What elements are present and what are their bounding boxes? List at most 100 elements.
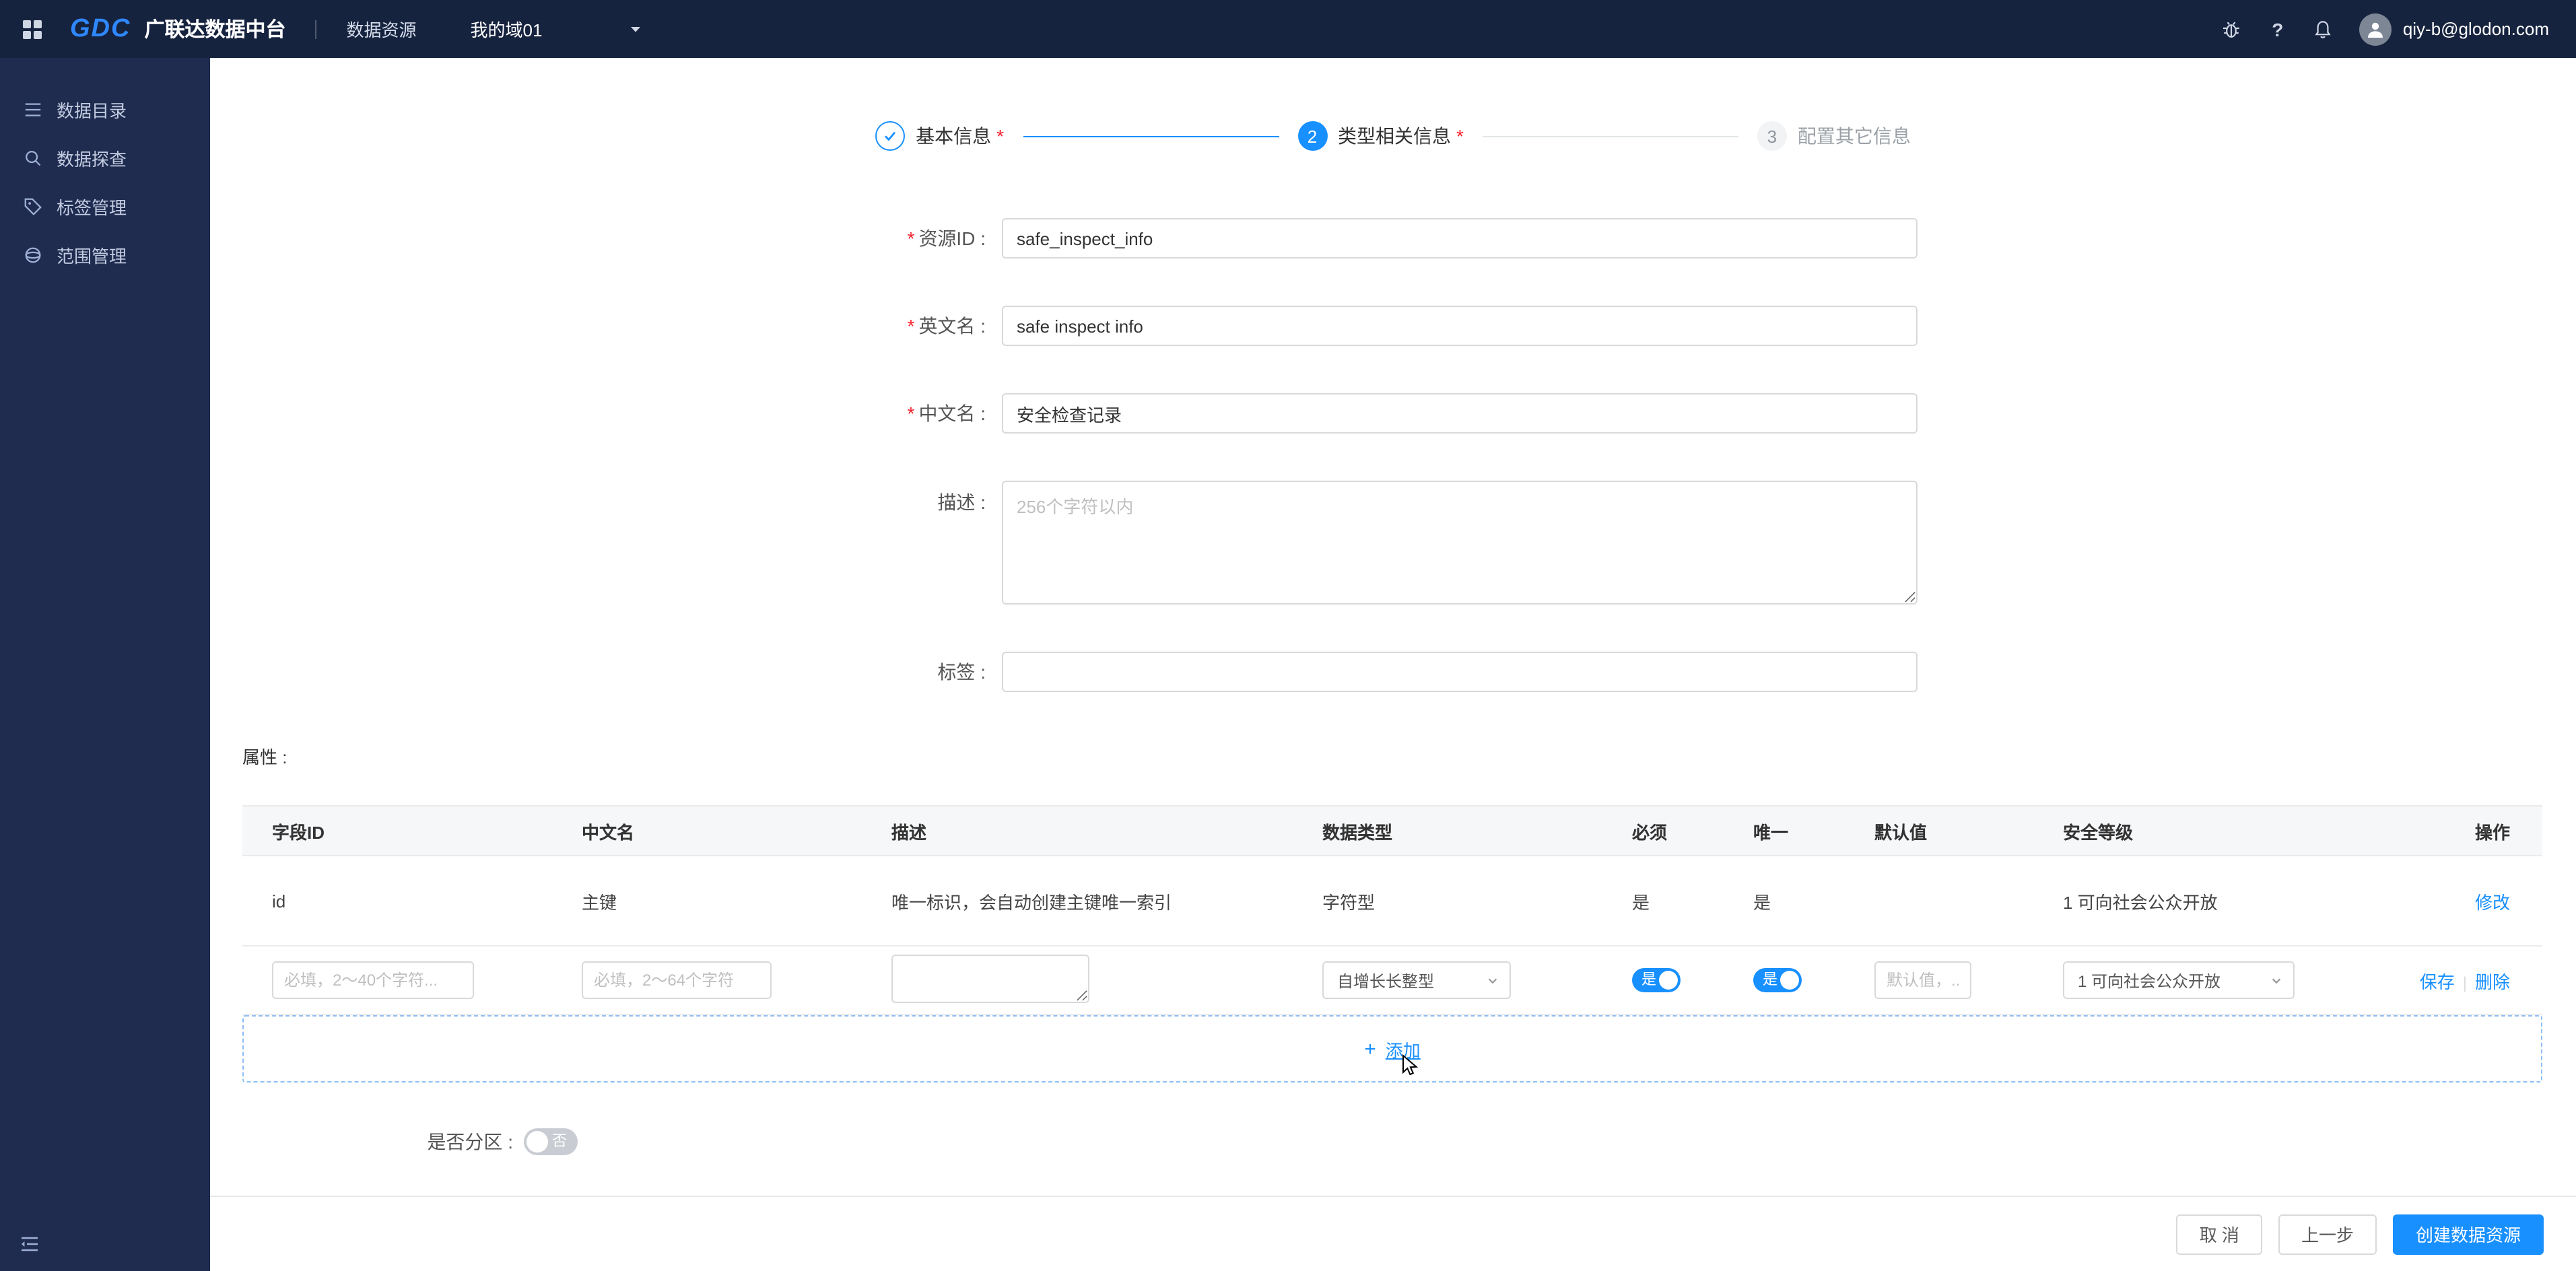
partition-toggle[interactable]: 否 [524,1128,578,1155]
chevron-down-icon [1487,974,1499,986]
edit-cn-name-input[interactable] [582,961,772,999]
topbar-divider [315,20,317,38]
description-label: 描述 : [937,491,986,513]
sidebar-item-tag-management[interactable]: 标签管理 [0,182,210,230]
form-row-description: 描述 : [770,481,1955,605]
cell-security: 1 可向社会公众开放 [2033,856,2343,947]
data-type-select-value: 自增长长整型 [1337,971,1435,990]
col-header-action: 操作 [2343,805,2542,856]
sidebar-item-data-catalog[interactable]: 数据目录 [0,85,210,133]
nav-data-resource[interactable]: 数据资源 [347,16,417,42]
step-basic-info[interactable]: 基本信息 * [875,121,1004,151]
required-mark: * [907,403,915,424]
unique-toggle-label: 是 [1763,972,1777,988]
create-resource-button[interactable]: 创建数据资源 [2392,1214,2544,1254]
bug-icon[interactable] [2217,14,2247,44]
step-label: 配置其它信息 [1797,125,1911,147]
domain-select[interactable]: 我的域01 [471,16,642,42]
user-email[interactable]: qiy-b@glodon.com [2403,19,2549,39]
security-level-select-value: 1 可向社会公众开放 [2078,971,2221,990]
domain-select-value: 我的域01 [470,20,543,40]
col-header-cn-name: 中文名 [552,805,862,856]
step-other-config[interactable]: 3 配置其它信息 [1757,121,1911,151]
topbar-right-group: ? qiy-b@glodon.com [2201,13,2549,45]
sidebar-item-label: 数据目录 [57,100,127,121]
resource-id-input[interactable] [1002,218,1918,259]
step-label: 类型相关信息 [1338,125,1451,147]
step-required-mark: * [996,125,1004,147]
attributes-section-label: 属性 : [242,747,287,767]
toggle-knob [527,1131,548,1153]
app-title: 广联达数据中台 [144,19,286,42]
delete-link[interactable]: 删除 [2475,971,2510,992]
add-attribute-button[interactable]: + 添加 [242,1015,2542,1083]
step-check-icon [875,121,906,151]
step-connector [1023,135,1279,137]
prev-step-button[interactable]: 上一步 [2278,1214,2377,1254]
sidebar-item-data-explore[interactable]: 数据探查 [0,133,210,182]
col-header-data-type: 数据类型 [1293,805,1602,856]
sidebar-item-scope-management[interactable]: 范围管理 [0,230,210,279]
steps-indicator: 基本信息 * 2 类型相关信息 * 3 配置其它信息 [210,121,2576,151]
en-name-input[interactable] [1002,306,1918,346]
step-connector [1482,135,1738,137]
cell-default [1845,856,2033,947]
step-number: 2 [1297,121,1327,151]
footer-actions: 取 消 上一步 创建数据资源 [210,1196,2576,1271]
cancel-button[interactable]: 取 消 [2176,1214,2262,1254]
cn-name-label: * 中文名 : [907,403,986,424]
col-header-desc: 描述 [862,805,1293,856]
tag-label: 标签 : [937,661,986,683]
chevron-down-icon [628,22,642,36]
col-header-security: 安全等级 [2033,805,2343,856]
globe-icon [22,244,43,265]
toggle-knob [1659,971,1678,990]
topbar: GDC 广联达数据中台 数据资源 我的域01 ? qiy-b@glodon.co… [0,0,2576,58]
table-edit-row: 自增长长整型 是 是 [242,946,2542,1015]
resource-form: *资源ID : *英文名 : *中文名 : 描述 : 标签 : [770,218,1955,747]
en-name-label: * 英文名 : [907,315,986,337]
form-row-resource-id: * 资源ID : [770,218,1955,259]
step-number: 3 [1757,121,1787,151]
partition-label: 是否分区 : [427,1131,513,1153]
sidebar-item-label: 标签管理 [57,197,127,217]
catalog-icon [22,98,43,120]
data-type-select[interactable]: 自增长长整型 [1322,961,1511,999]
gdc-logo: GDC [70,14,131,42]
table-row: id 主键 唯一标识，会自动创建主键唯一索引 字符型 是 是 1 可向社会公众开… [242,856,2542,947]
required-mark: * [907,315,915,337]
edit-field-id-input[interactable] [272,961,474,999]
toggle-knob [1780,971,1799,990]
cn-name-input[interactable] [1002,393,1918,434]
description-textarea[interactable] [1002,481,1918,605]
edit-default-input[interactable] [1874,961,1971,999]
security-level-select[interactable]: 1 可向社会公众开放 [2063,961,2295,999]
col-header-unique: 唯一 [1724,805,1845,856]
sidebar-item-label: 范围管理 [57,246,127,266]
table-header-row: 字段ID 中文名 描述 数据类型 必须 唯一 默认值 安全等级 操作 [242,805,2542,856]
col-header-default: 默认值 [1845,805,2033,856]
modify-link[interactable]: 修改 [2475,892,2510,912]
apps-grid-icon[interactable] [22,18,43,40]
attributes-table: 字段ID 中文名 描述 数据类型 必须 唯一 默认值 安全等级 操作 id 主键… [242,805,2542,1015]
app-window: GDC 广联达数据中台 数据资源 我的域01 ? qiy-b@glodon.co… [0,0,2576,1271]
save-link[interactable]: 保存 [2420,971,2455,992]
required-toggle-label: 是 [1641,972,1656,988]
form-row-tag: 标签 : [770,652,1955,692]
edit-desc-textarea[interactable] [891,954,1089,1002]
bell-icon[interactable] [2309,14,2338,44]
magnifier-icon [22,147,43,168]
cell-data-type: 字符型 [1293,856,1602,947]
sidebar-collapse-icon[interactable] [19,1233,40,1255]
form-row-cn-name: * 中文名 : [770,393,1955,434]
step-type-info[interactable]: 2 类型相关信息 * [1297,121,1464,151]
tag-input[interactable] [1002,652,1918,692]
user-avatar[interactable] [2359,13,2392,45]
unique-toggle[interactable]: 是 [1753,968,1802,992]
help-icon[interactable]: ? [2263,14,2293,44]
col-header-required: 必须 [1602,805,1724,856]
sidebar: 数据目录 数据探查 标签管理 范围管理 [0,58,210,1271]
link-divider: | [2462,973,2467,992]
required-toggle[interactable]: 是 [1632,968,1681,992]
tag-icon [22,195,43,217]
